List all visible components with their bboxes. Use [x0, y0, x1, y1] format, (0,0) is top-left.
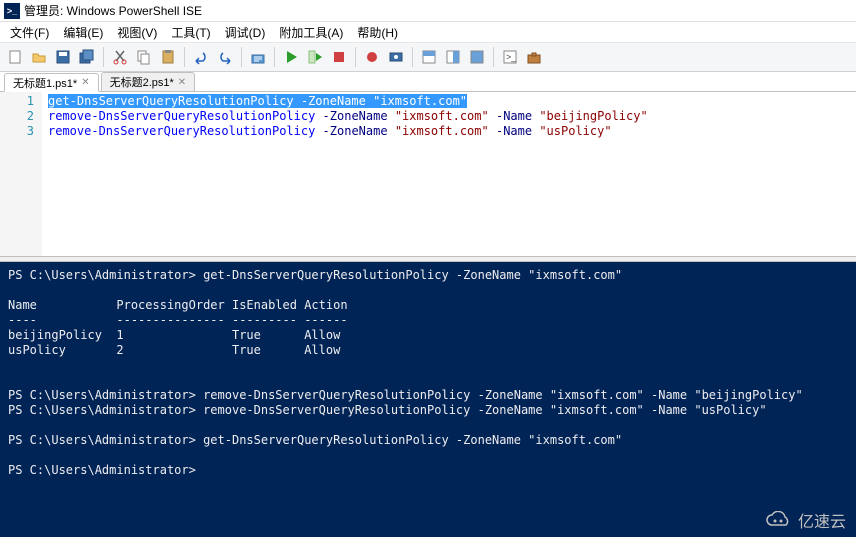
- layout1-button[interactable]: [418, 46, 440, 68]
- remote-button[interactable]: [385, 46, 407, 68]
- code-line[interactable]: remove-DnsServerQueryResolutionPolicy -Z…: [48, 109, 850, 124]
- line-number: 1: [0, 94, 42, 109]
- toolbar-separator: [493, 47, 494, 67]
- toolbar-separator: [241, 47, 242, 67]
- code-area[interactable]: get-DnsServerQueryResolutionPolicy -Zone…: [42, 92, 856, 256]
- tab-label: 无标题2.ps1*: [110, 74, 174, 90]
- line-gutter: 1 2 3: [0, 92, 42, 256]
- script-editor[interactable]: 1 2 3 get-DnsServerQueryResolutionPolicy…: [0, 92, 856, 256]
- titlebar: >_ 管理员: Windows PowerShell ISE: [0, 0, 856, 22]
- menu-help[interactable]: 帮助(H): [351, 22, 404, 43]
- close-icon[interactable]: ✕: [178, 77, 186, 88]
- toolbar-separator: [184, 47, 185, 67]
- code-line[interactable]: remove-DnsServerQueryResolutionPolicy -Z…: [48, 124, 850, 139]
- breakpoint-button[interactable]: [361, 46, 383, 68]
- run-selection-button[interactable]: [304, 46, 326, 68]
- toolbar-separator: [274, 47, 275, 67]
- clear-button[interactable]: [247, 46, 269, 68]
- svg-text:>_: >_: [506, 52, 517, 62]
- run-button[interactable]: [280, 46, 302, 68]
- redo-button[interactable]: [214, 46, 236, 68]
- menu-file[interactable]: 文件(F): [4, 22, 55, 43]
- save-button[interactable]: [52, 46, 74, 68]
- new-button[interactable]: [4, 46, 26, 68]
- saveall-button[interactable]: [76, 46, 98, 68]
- menu-debug[interactable]: 调试(D): [219, 22, 272, 43]
- watermark: 亿速云: [764, 508, 846, 532]
- code-line[interactable]: get-DnsServerQueryResolutionPolicy -Zone…: [48, 94, 850, 109]
- open-button[interactable]: [28, 46, 50, 68]
- menu-edit[interactable]: 编辑(E): [57, 22, 109, 43]
- line-number: 3: [0, 124, 42, 139]
- cloud-icon: [764, 511, 794, 529]
- line-number: 2: [0, 109, 42, 124]
- tab-untitled2[interactable]: 无标题2.ps1* ✕: [101, 72, 196, 91]
- tab-untitled1[interactable]: 无标题1.ps1* ✕: [4, 73, 99, 92]
- menu-view[interactable]: 视图(V): [111, 22, 163, 43]
- console-pane[interactable]: PS C:\Users\Administrator> get-DnsServer…: [0, 262, 856, 537]
- menubar: 文件(F) 编辑(E) 视图(V) 工具(T) 调试(D) 附加工具(A) 帮助…: [0, 22, 856, 42]
- undo-button[interactable]: [190, 46, 212, 68]
- tab-label: 无标题1.ps1*: [13, 75, 77, 91]
- watermark-text: 亿速云: [798, 508, 846, 532]
- copy-button[interactable]: [133, 46, 155, 68]
- menu-tools[interactable]: 工具(T): [165, 22, 216, 43]
- layout2-button[interactable]: [442, 46, 464, 68]
- cut-button[interactable]: [109, 46, 131, 68]
- paste-button[interactable]: [157, 46, 179, 68]
- script-tabs: 无标题1.ps1* ✕ 无标题2.ps1* ✕: [0, 72, 856, 92]
- toolbar-separator: [355, 47, 356, 67]
- layout3-button[interactable]: [466, 46, 488, 68]
- close-icon[interactable]: ✕: [81, 77, 89, 88]
- stop-button[interactable]: [328, 46, 350, 68]
- toolbar-separator: [103, 47, 104, 67]
- window-title: 管理员: Windows PowerShell ISE: [24, 2, 202, 19]
- toolbox-button[interactable]: [523, 46, 545, 68]
- commandpane-button[interactable]: >_: [499, 46, 521, 68]
- powershell-icon: >_: [4, 3, 20, 19]
- menu-addons[interactable]: 附加工具(A): [273, 22, 349, 43]
- toolbar: >_: [0, 42, 856, 72]
- toolbar-separator: [412, 47, 413, 67]
